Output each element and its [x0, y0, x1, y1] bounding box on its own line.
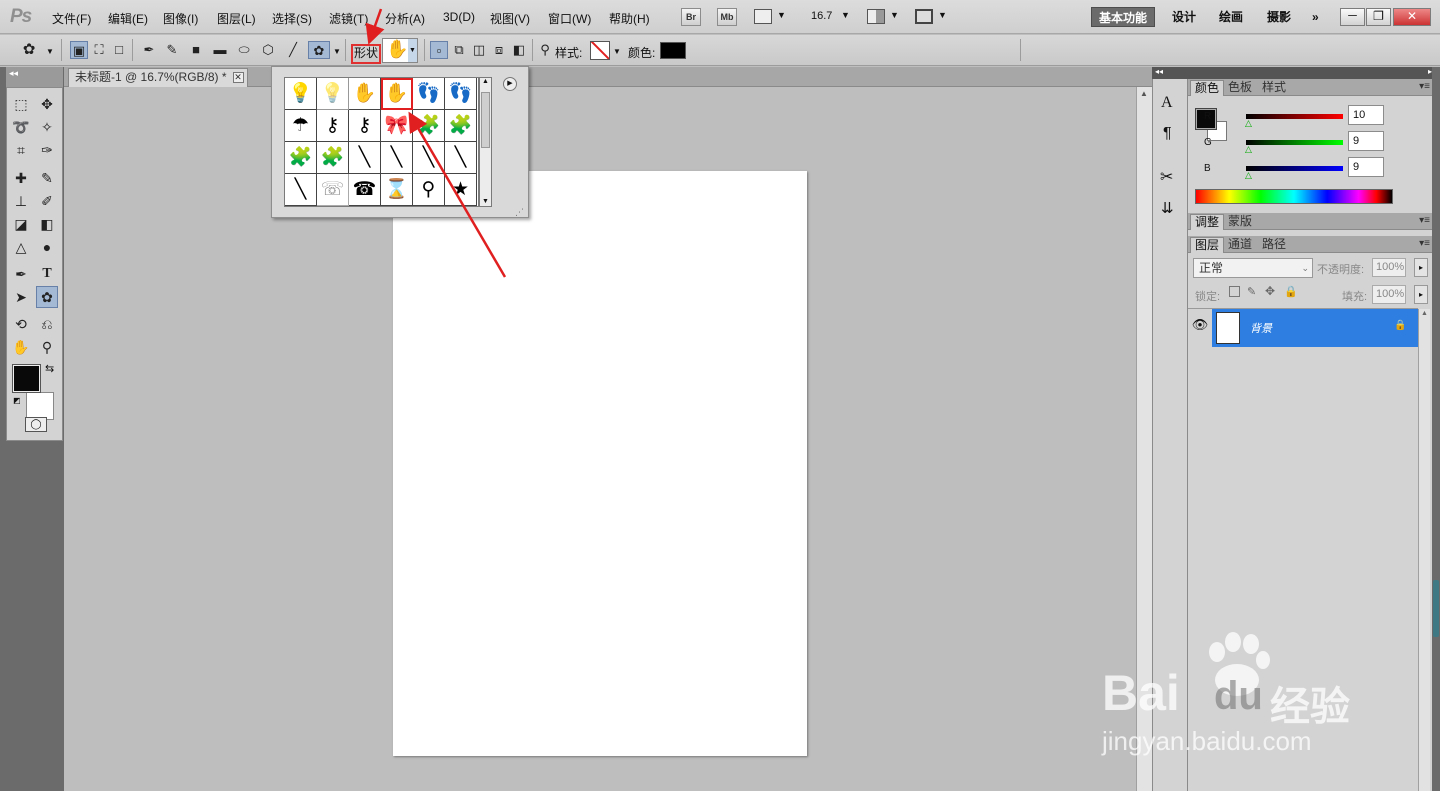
lock-all-icon[interactable]: 🔒	[1284, 285, 1298, 298]
fill-label: 填充:	[1342, 291, 1368, 303]
eye-icon[interactable]: 👁	[1191, 317, 1209, 335]
tab-color[interactable]: 颜色	[1190, 80, 1225, 96]
window-edge	[1432, 67, 1440, 791]
tab-layers[interactable]: 图层	[1190, 237, 1225, 253]
channel-b-slider[interactable]	[1246, 166, 1343, 171]
layers-panel-tabs: 图层 通道 路径 ▾≡	[1188, 236, 1434, 253]
lock-pixels-icon[interactable]: ✎	[1247, 285, 1256, 298]
chevron-down-icon: ⌄	[1301, 263, 1309, 273]
paragraph-panel-icon[interactable]: ¶	[1163, 125, 1172, 143]
panel-menu-icon[interactable]: ▾≡	[1419, 215, 1430, 226]
channel-g-value[interactable]: 9	[1348, 131, 1384, 151]
slider-handle-icon[interactable]: △	[1245, 170, 1252, 181]
channel-r-label: R	[1204, 111, 1212, 122]
arrow-to-shape-label	[365, 8, 385, 45]
tab-paths[interactable]: 路径	[1258, 237, 1290, 253]
layer-thumbnail	[1216, 312, 1240, 344]
character-panel-icon[interactable]: A	[1161, 94, 1173, 112]
channel-r-slider[interactable]	[1246, 114, 1343, 119]
panel-menu-icon[interactable]: ▾≡	[1419, 81, 1430, 92]
tab-styles[interactable]: 样式	[1258, 80, 1290, 96]
lock-position-icon[interactable]: ✥	[1265, 284, 1275, 298]
panel-menu-icon[interactable]: ▾≡	[1419, 238, 1430, 249]
channel-b-value[interactable]: 9	[1348, 157, 1384, 177]
scroll-up-icon[interactable]: ▲	[1421, 310, 1428, 317]
opacity-input[interactable]: 100%	[1372, 258, 1406, 277]
panel-icon-strip: A ¶ ✂ ⇊	[1152, 67, 1188, 791]
channel-g-slider[interactable]	[1246, 140, 1343, 145]
edge-handle[interactable]	[1433, 580, 1439, 637]
blend-mode-value: 正常	[1199, 261, 1224, 275]
layer-row-background[interactable]: 背景 🔒	[1212, 309, 1418, 347]
slider-handle-icon[interactable]: △	[1245, 118, 1252, 129]
clone-source-icon[interactable]: ⇊	[1161, 199, 1174, 217]
channel-b-label: B	[1204, 163, 1211, 174]
tools-presets-icon[interactable]: ✂	[1160, 167, 1173, 187]
opacity-label: 不透明度:	[1317, 264, 1365, 276]
opacity-flyout-icon[interactable]: ▸	[1414, 258, 1428, 277]
layer-lock-icon: 🔒	[1394, 320, 1407, 331]
right-panels-header[interactable]: ▸▸	[1188, 67, 1440, 79]
lock-transparency-icon[interactable]	[1229, 286, 1240, 297]
right-panels	[1188, 67, 1440, 791]
panel-strip-header[interactable]: ◂◂	[1152, 67, 1188, 79]
layers-scrollbar[interactable]: ▲	[1418, 309, 1430, 791]
channel-r-value[interactable]: 10	[1348, 105, 1384, 125]
color-spectrum-bar[interactable]	[1195, 189, 1393, 204]
blend-mode-select[interactable]: 正常 ⌄	[1193, 258, 1313, 278]
tab-channels[interactable]: 通道	[1224, 237, 1256, 253]
channel-g-label: G	[1204, 137, 1212, 148]
tab-adjustments[interactable]: 调整	[1190, 214, 1225, 230]
color-panel-tabs: 颜色 色板 样式 ▾≡	[1188, 79, 1434, 96]
fill-input[interactable]: 100%	[1372, 285, 1406, 304]
arrow-to-hand-shape	[408, 111, 507, 278]
adjustments-panel-tabs: 调整 蒙版 ▾≡	[1188, 213, 1434, 230]
lock-label: 锁定:	[1195, 291, 1221, 303]
tab-masks[interactable]: 蒙版	[1224, 214, 1256, 230]
layer-name: 背景	[1250, 323, 1272, 335]
tab-swatches[interactable]: 色板	[1224, 80, 1256, 96]
slider-handle-icon[interactable]: △	[1245, 144, 1252, 155]
fill-flyout-icon[interactable]: ▸	[1414, 285, 1428, 304]
